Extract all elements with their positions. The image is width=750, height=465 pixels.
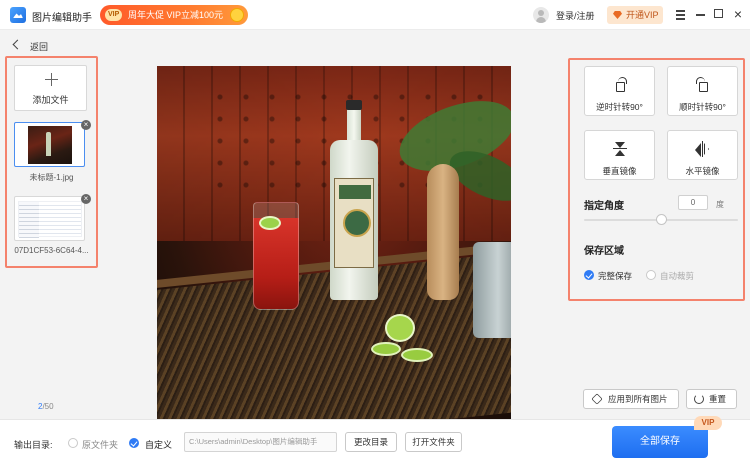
save-area-label: 保存区域 <box>584 246 624 257</box>
angle-unit: 度 <box>716 200 724 209</box>
promo-banner[interactable]: VIP 周年大促 VIP立减100元 <box>100 5 248 25</box>
flip-horizontal-button[interactable]: 水平镜像 <box>667 130 738 180</box>
app-logo-icon <box>10 7 26 23</box>
maximize-icon[interactable] <box>711 6 727 22</box>
file-list-panel: 添加文件 × 未标题-1.jpg × 07D1CF53-6C64-4... <box>5 56 98 268</box>
preview-bottle <box>330 100 378 300</box>
save-auto-crop-label[interactable]: 自动裁剪 <box>660 270 694 282</box>
remove-file-icon[interactable]: × <box>81 120 91 130</box>
preview-lime-garnish <box>259 216 281 230</box>
preview-wooden-board <box>427 164 459 300</box>
document-thumbnail-image <box>18 201 82 238</box>
custom-folder-radio[interactable] <box>129 438 139 448</box>
tools-panel: 逆时针转90° 顺时针转90° 垂直镜像 水平镜像 指定角度 0 度 保存区域 … <box>568 58 745 301</box>
file-thumbnail-1[interactable] <box>14 122 85 167</box>
file-page-count: 2/50 <box>38 402 54 411</box>
open-vip-button[interactable]: 开通VIP <box>607 6 663 24</box>
angle-label: 指定角度 <box>584 201 624 212</box>
file-name: 07D1CF53-6C64-4... <box>14 246 89 255</box>
image-preview[interactable] <box>157 66 511 419</box>
apply-all-icon <box>591 393 603 405</box>
original-folder-radio[interactable] <box>68 438 78 448</box>
preview-lime <box>385 314 415 342</box>
output-dir-label: 输出目录: <box>14 440 53 450</box>
photo-thumbnail-image <box>28 126 72 164</box>
save-full-radio[interactable] <box>584 270 594 280</box>
flip-horizontal-icon <box>695 141 711 157</box>
avatar-icon[interactable] <box>533 7 549 23</box>
open-vip-label: 开通VIP <box>626 10 659 20</box>
flip-horizontal-label: 水平镜像 <box>685 166 720 176</box>
add-file-label: 添加文件 <box>32 95 69 105</box>
promo-text: 周年大促 VIP立减100元 <box>128 10 224 20</box>
bottle-cap <box>346 100 362 110</box>
title-bar: 图片编辑助手 VIP 周年大促 VIP立减100元 登录/注册 开通VIP × <box>0 0 750 30</box>
preview-plant-pot <box>473 242 511 338</box>
custom-folder-label[interactable]: 自定义 <box>145 438 172 451</box>
open-folder-button[interactable]: 打开文件夹 <box>405 432 462 452</box>
menu-icon[interactable] <box>673 6 689 22</box>
save-full-label[interactable]: 完整保存 <box>598 270 632 282</box>
preview-lime-slice <box>371 342 401 356</box>
file-thumbnail-2[interactable] <box>14 196 85 241</box>
coin-icon <box>230 8 244 22</box>
rotate-cw-icon <box>695 77 711 93</box>
flip-vertical-label: 垂直镜像 <box>602 166 637 176</box>
rotate-ccw-icon <box>612 77 628 93</box>
rotate-cw-button[interactable]: 顺时针转90° <box>667 66 738 116</box>
chevron-left-icon <box>12 39 23 50</box>
rotate-ccw-button[interactable]: 逆时针转90° <box>584 66 655 116</box>
output-bar: 输出目录: 原文件夹 自定义 C:\Users\admin\Desktop\图片… <box>0 416 750 465</box>
original-folder-label[interactable]: 原文件夹 <box>82 438 118 451</box>
diamond-icon <box>613 11 622 19</box>
apply-all-label: 应用到所有图片 <box>608 394 668 404</box>
back-label: 返回 <box>30 42 49 52</box>
app-title: 图片编辑助手 <box>32 13 92 24</box>
file-name: 未标题-1.jpg <box>29 173 74 182</box>
add-file-button[interactable]: 添加文件 <box>14 65 87 111</box>
change-directory-button[interactable]: 更改目录 <box>345 432 397 452</box>
flip-vertical-button[interactable]: 垂直镜像 <box>584 130 655 180</box>
reset-button[interactable]: 重置 <box>686 389 737 409</box>
remove-file-icon[interactable]: × <box>81 194 91 204</box>
close-icon[interactable]: × <box>730 6 746 22</box>
angle-input[interactable]: 0 <box>678 195 708 210</box>
flip-vertical-icon <box>612 141 628 157</box>
login-register-link[interactable]: 登录/注册 <box>556 9 595 22</box>
minimize-icon[interactable] <box>693 6 709 22</box>
angle-slider-handle[interactable] <box>655 214 667 225</box>
promo-vip-badge: VIP <box>105 9 123 21</box>
rotate-cw-label: 顺时针转90° <box>679 102 726 112</box>
save-auto-crop-radio[interactable] <box>646 270 656 280</box>
reset-icon <box>694 394 704 404</box>
apply-to-all-button[interactable]: 应用到所有图片 <box>583 389 679 409</box>
bottle-label <box>334 178 374 268</box>
rotate-ccw-label: 逆时针转90° <box>596 102 643 112</box>
preview-lime-slice <box>401 348 433 362</box>
vip-tag: VIP <box>694 416 722 430</box>
output-path-input[interactable]: C:\Users\admin\Desktop\图片编辑助手 <box>184 432 337 452</box>
plus-icon <box>45 73 58 86</box>
reset-label: 重置 <box>709 394 727 404</box>
save-all-button[interactable]: 全部保存 <box>612 426 708 458</box>
page-total: /50 <box>42 402 54 411</box>
